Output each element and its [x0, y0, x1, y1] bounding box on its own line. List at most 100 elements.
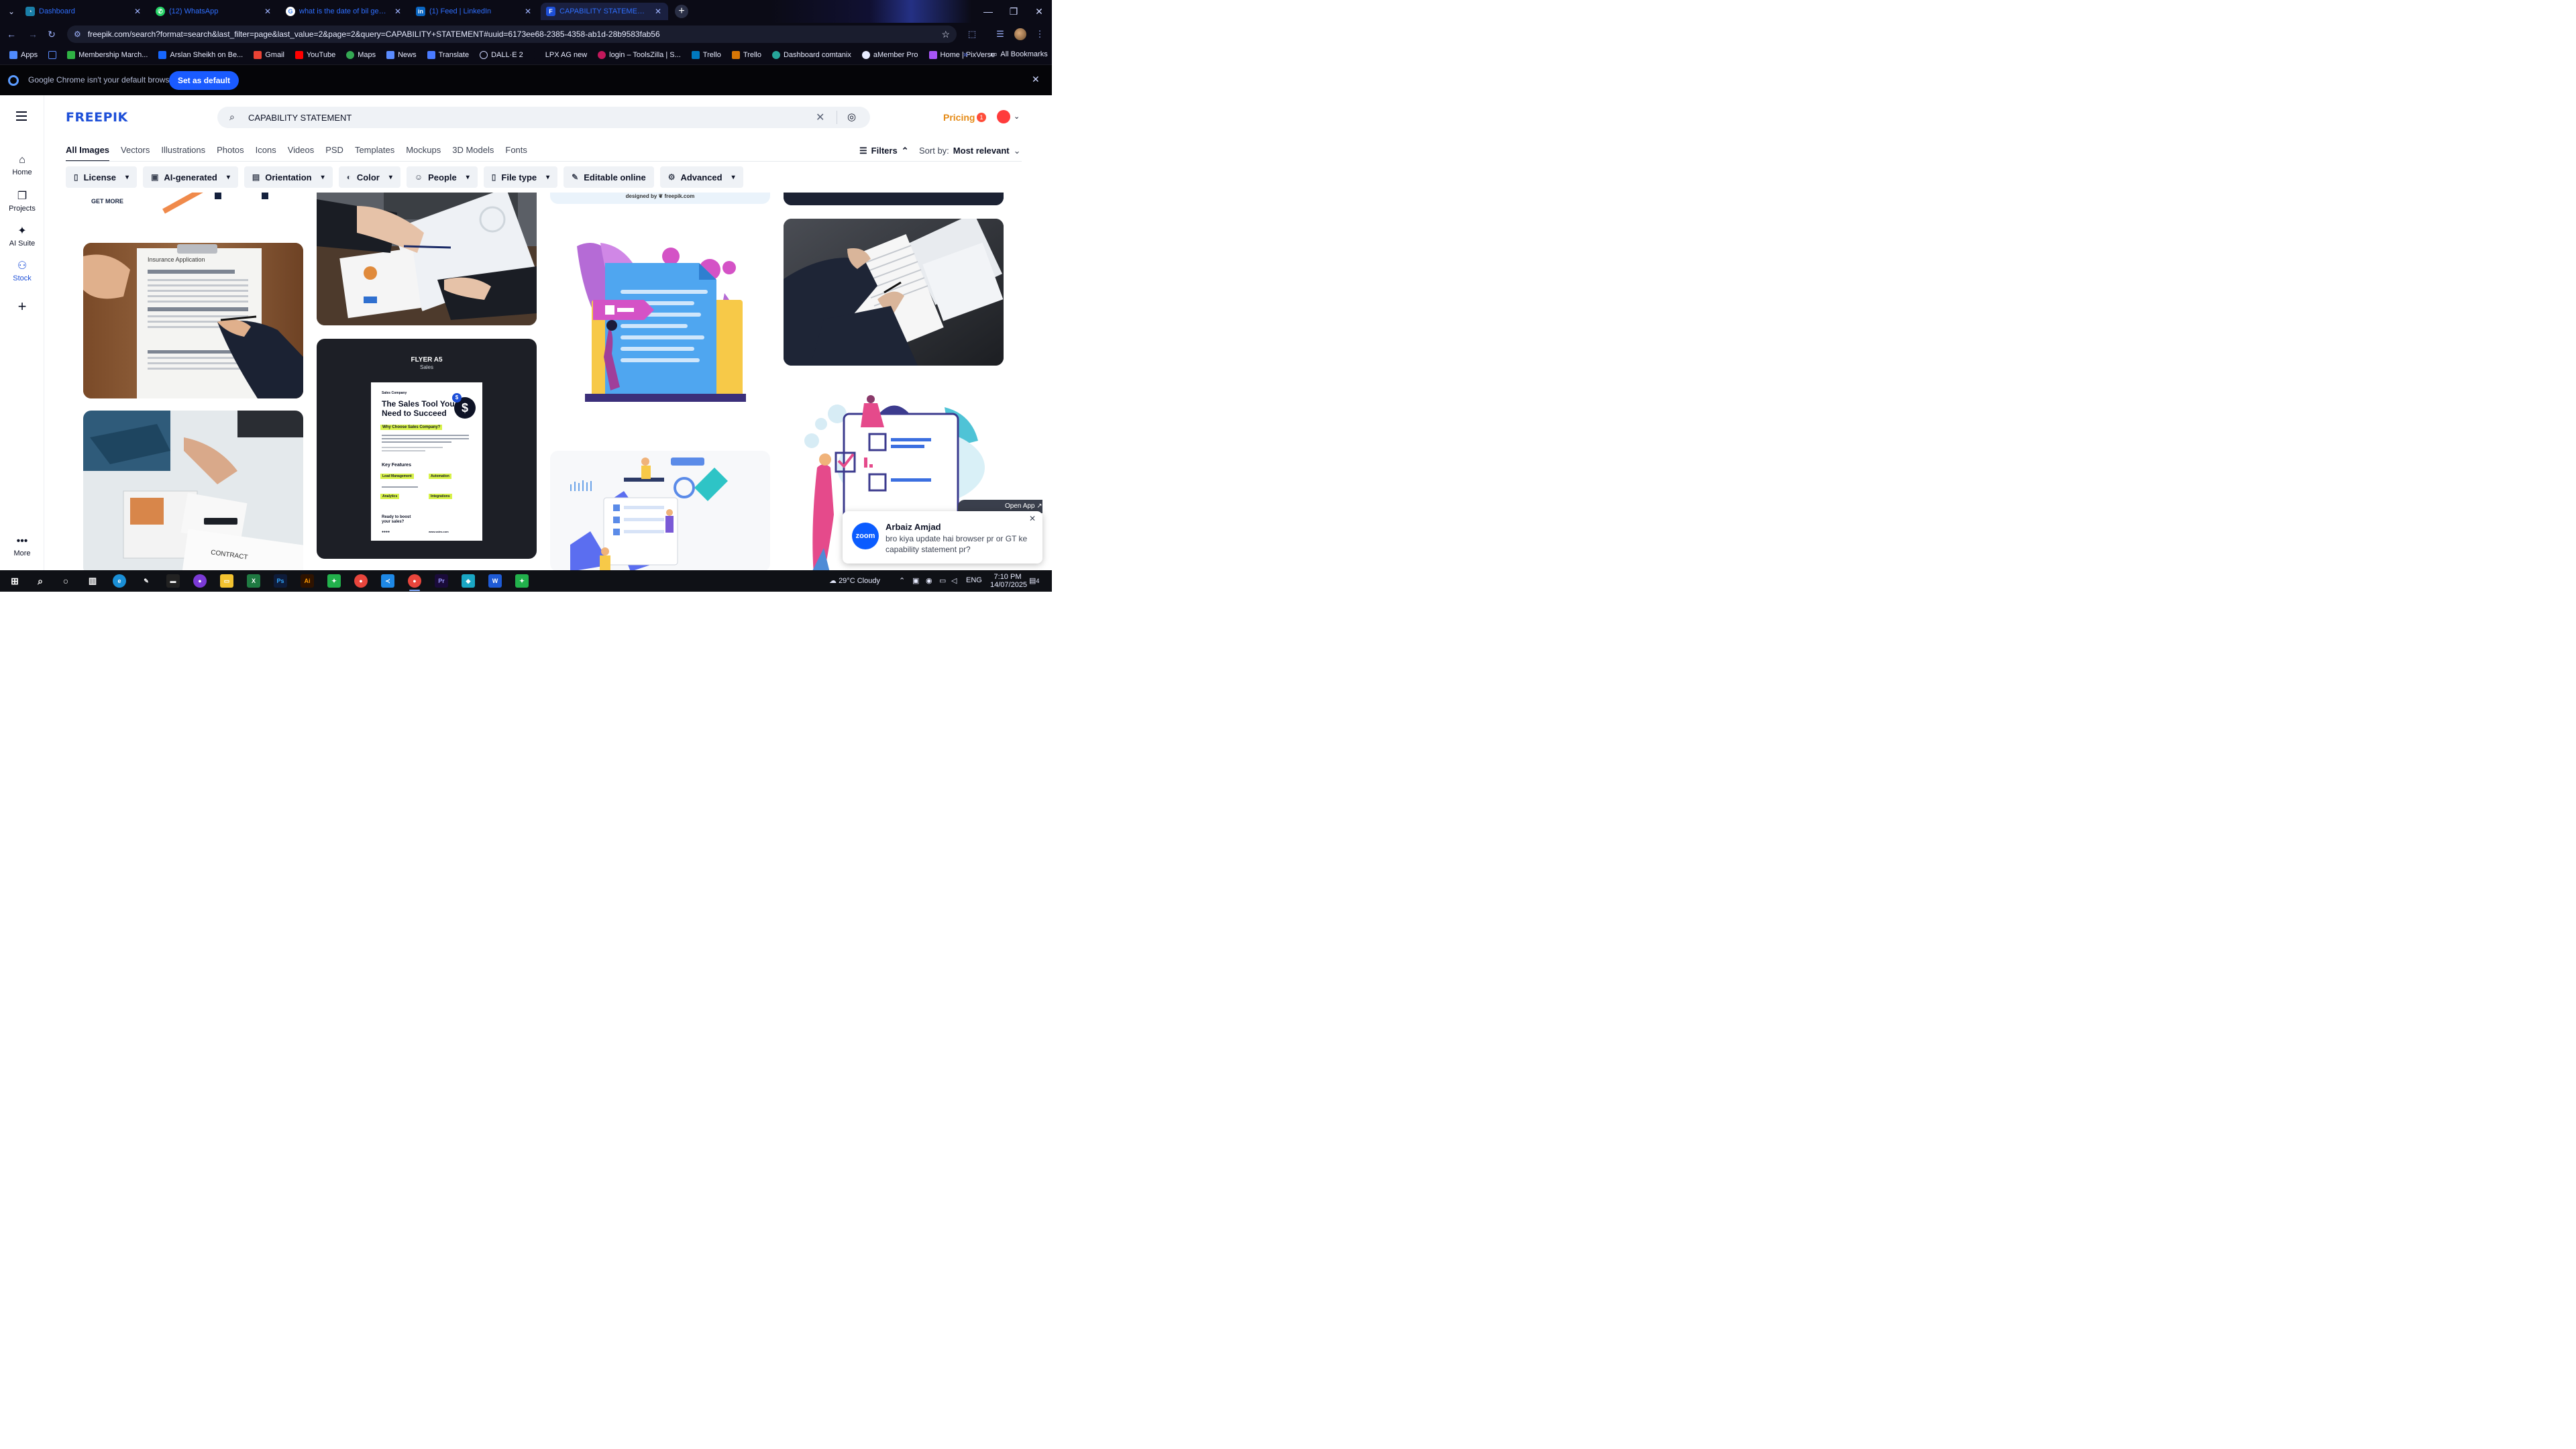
category-fonts[interactable]: Fonts — [505, 145, 527, 162]
pen-tool-icon[interactable]: ✎ — [140, 574, 153, 588]
url-text[interactable]: freepik.com/search?format=search&last_fi… — [88, 30, 935, 39]
chrome-icon[interactable]: ● — [354, 574, 368, 588]
chip-file-type[interactable]: ▯ File type ▾ — [483, 166, 558, 188]
bookmark-item[interactable]: Translate — [427, 51, 469, 59]
rail-projects[interactable]: ❐ Projects — [0, 189, 44, 213]
illustrator-icon[interactable]: Ai — [301, 574, 314, 588]
cortana-icon[interactable]: ○ — [59, 574, 72, 588]
chip-people[interactable]: ☺ People ▾ — [406, 166, 478, 188]
more-bookmarks-icon[interactable]: » — [963, 50, 968, 59]
file-explorer-icon[interactable]: ▭ — [220, 574, 233, 588]
result-card-infographic[interactable]: GET MORE — [83, 193, 303, 214]
bookmark-item[interactable]: Membership March... — [67, 51, 148, 59]
bookmark-item[interactable]: Maps — [346, 51, 376, 59]
volume-icon[interactable]: ◁ — [951, 576, 957, 585]
category-templates[interactable]: Templates — [355, 145, 394, 162]
minimize-icon[interactable]: — — [975, 0, 1001, 23]
category-vectors[interactable]: Vectors — [121, 145, 150, 162]
bookmark-item[interactable]: Dashboard comtanix — [771, 51, 851, 59]
result-card-sales-flyer[interactable]: FLYER A5 Sales Sales Company The Sales T… — [317, 339, 537, 559]
bookmark-item[interactable]: Arslan Sheikh on Be... — [158, 51, 243, 59]
tab-groups-icon[interactable] — [48, 51, 57, 59]
result-card-designed-by[interactable]: designed by ❦ freepik.com — [550, 193, 770, 204]
site-info-icon[interactable]: ⚙ — [74, 30, 81, 39]
bookmark-item[interactable]: login – ToolsZilla | S... — [598, 51, 681, 59]
category-3d-models[interactable]: 3D Models — [452, 145, 494, 162]
pricing-link[interactable]: Pricing — [943, 112, 975, 123]
add-icon[interactable]: + — [0, 298, 44, 315]
forward-icon[interactable]: → — [27, 28, 39, 40]
tab-whatsapp[interactable]: ✆ (12) WhatsApp ✕ — [150, 3, 278, 20]
chrome-active-icon[interactable]: ● — [408, 574, 421, 588]
result-card-contract-signing[interactable] — [784, 219, 1004, 366]
weather-widget[interactable]: ☁ 29°C Cloudy — [829, 576, 880, 585]
chip-editable-online[interactable]: ✎ Editable online — [564, 166, 654, 188]
word-icon[interactable]: W — [488, 574, 502, 588]
tab-search-icon[interactable]: ⌄ — [5, 5, 17, 17]
category-mockups[interactable]: Mockups — [406, 145, 441, 162]
category-videos[interactable]: Videos — [288, 145, 315, 162]
sort-control[interactable]: Sort by: Most relevant ⌄ — [919, 146, 1021, 156]
task-view-icon[interactable]: ▥ — [86, 574, 99, 588]
close-notification-icon[interactable]: ✕ — [1029, 514, 1036, 523]
bookmark-item[interactable]: Gmail — [254, 51, 284, 59]
close-tab-icon[interactable]: ✕ — [133, 7, 142, 16]
back-icon[interactable]: ← — [5, 28, 17, 40]
category-psd[interactable]: PSD — [325, 145, 343, 162]
language-indicator[interactable]: ENG — [966, 576, 982, 584]
chevron-down-icon[interactable]: ⌄ — [1014, 112, 1020, 121]
chip-ai-generated[interactable]: ▣ AI-generated ▾ — [143, 166, 238, 188]
bookmark-star-icon[interactable]: ☆ — [941, 29, 950, 40]
tab-dashboard[interactable]: ◔ Dashboard ✕ — [20, 3, 148, 20]
edge-icon[interactable]: e — [113, 574, 126, 588]
windows-start-icon[interactable]: ⊞ — [8, 574, 21, 588]
category-illustrations[interactable]: Illustrations — [161, 145, 205, 162]
app-badge-icon[interactable]: ● — [193, 574, 207, 588]
result-card-checklist-illustration[interactable] — [550, 451, 770, 570]
extensions-icon[interactable]: ⬚ — [966, 28, 978, 40]
freepik-logo[interactable]: FREEPIK — [66, 110, 128, 125]
notification-center-icon[interactable]: ▤4 — [1029, 576, 1039, 585]
search-input[interactable] — [248, 111, 798, 124]
result-card-insurance[interactable]: Insurance Application — [83, 243, 303, 398]
bookmark-item[interactable]: DALL·E 2 — [480, 51, 523, 59]
result-card-dark-photo[interactable] — [784, 193, 1004, 205]
chip-license[interactable]: ▯ License ▾ — [66, 166, 138, 188]
category-all-images[interactable]: All Images — [66, 145, 110, 162]
camera-icon[interactable]: ◎ — [847, 111, 856, 123]
chip-color[interactable]: ◐ Color ▾ — [338, 166, 400, 188]
tray-overflow-icon[interactable]: ⌃ — [899, 576, 905, 585]
close-tab-icon[interactable]: ✕ — [263, 7, 272, 16]
excel-icon[interactable]: X — [247, 574, 260, 588]
bookmark-item[interactable]: LPX AG new — [533, 51, 587, 59]
set-default-button[interactable]: Set as default — [169, 71, 239, 90]
all-bookmarks[interactable]: ▭ All Bookmarks — [990, 50, 1048, 59]
close-infobar-icon[interactable]: ✕ — [1032, 74, 1040, 85]
premiere-icon[interactable]: Pr — [435, 574, 448, 588]
profile-avatar[interactable] — [1014, 28, 1026, 40]
hamburger-menu-icon[interactable] — [16, 111, 27, 121]
chip-advanced[interactable]: ⚙ Advanced ▾ — [659, 166, 743, 188]
tab-google-search[interactable]: G what is the date of bil generatio ✕ — [280, 3, 408, 20]
user-avatar[interactable] — [997, 110, 1010, 123]
bookmark-apps[interactable]: Apps — [9, 51, 38, 59]
terminal-icon[interactable]: ▬ — [166, 574, 180, 588]
vscode-icon[interactable]: ≺ — [381, 574, 394, 588]
tray-camera-icon[interactable]: ◉ — [926, 576, 932, 585]
restore-icon[interactable]: ❐ — [1001, 0, 1026, 23]
close-tab-icon[interactable]: ✕ — [523, 7, 533, 16]
kebab-menu-icon[interactable]: ⋮ — [1034, 28, 1046, 40]
photoshop-icon[interactable]: Ps — [274, 574, 287, 588]
result-card-document-illustration[interactable] — [550, 226, 770, 421]
tab-linkedin[interactable]: in (1) Feed | LinkedIn ✕ — [411, 3, 538, 20]
reload-icon[interactable]: ↻ — [46, 28, 58, 40]
tray-app-icon[interactable]: ▣ — [912, 576, 919, 585]
close-tab-icon[interactable]: ✕ — [393, 7, 402, 16]
tab-freepik[interactable]: F CAPABILITY STATEMENT vecto ✕ — [541, 3, 668, 20]
bookmark-item[interactable]: News — [386, 51, 417, 59]
category-icons[interactable]: Icons — [256, 145, 276, 162]
bookmark-item[interactable]: Trello — [731, 51, 761, 59]
green-app-icon[interactable]: ✦ — [327, 574, 341, 588]
close-tab-icon[interactable]: ✕ — [653, 7, 663, 16]
new-tab-button[interactable]: + — [675, 5, 688, 18]
